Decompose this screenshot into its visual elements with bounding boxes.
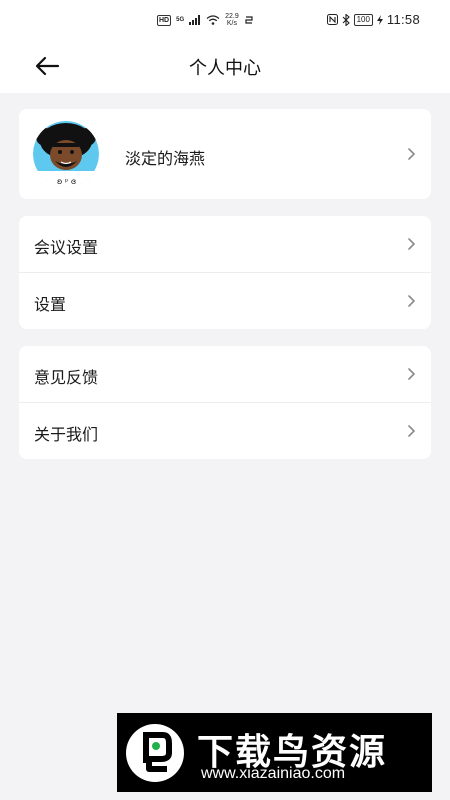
status-time: 11:58 — [386, 12, 420, 27]
watermark-url: www.xiazainiao.com — [201, 765, 346, 782]
network-5g-icon: 5G — [176, 16, 185, 23]
menu-item-label: 会议设置 — [34, 238, 99, 257]
svg-text:ʚ ᵖ ɞ: ʚ ᵖ ɞ — [57, 177, 76, 186]
chevron-right-icon — [408, 238, 416, 250]
menu-item-about-us[interactable]: 关于我们 — [19, 403, 431, 460]
charging-icon — [376, 14, 383, 25]
menu-item-feedback[interactable]: 意见反馈 — [19, 346, 431, 403]
status-left-indicators: HD 5G 22.9 K/s — [157, 13, 254, 27]
wifi-icon — [206, 15, 220, 25]
network-speed: 22.9 K/s — [225, 13, 239, 27]
sync-icon — [245, 16, 253, 24]
battery-icon: 100 — [353, 13, 373, 26]
menu-item-label: 关于我们 — [34, 425, 99, 444]
watermark-banner: 下载鸟资源 www.xiazainiao.com — [117, 713, 432, 792]
menu-item-meeting-settings[interactable]: 会议设置 — [19, 216, 431, 273]
hd-icon: HD — [157, 14, 172, 26]
bluetooth-icon — [342, 13, 350, 26]
menu-item-settings[interactable]: 设置 — [19, 273, 431, 330]
profile-card[interactable]: ʚ ᵖ ɞ 淡定的海燕 — [19, 109, 431, 199]
nfc-icon — [326, 14, 338, 25]
settings-group: 会议设置 设置 — [19, 216, 431, 329]
page-title: 个人中心 — [189, 58, 261, 79]
menu-item-label: 设置 — [34, 295, 67, 314]
bird-logo-icon — [126, 724, 184, 782]
signal-icon — [189, 15, 201, 25]
network-speed-unit: K/s — [226, 20, 238, 27]
status-right-indicators: 100 11:58 — [326, 12, 420, 27]
chevron-right-icon — [408, 368, 416, 380]
chevron-right-icon — [408, 425, 416, 437]
header: 个人中心 — [0, 40, 450, 93]
chevron-right-icon — [408, 148, 416, 160]
chevron-right-icon — [408, 295, 416, 307]
menu-item-label: 意见反馈 — [34, 368, 99, 387]
status-bar: HD 5G 22.9 K/s 100 11:58 — [0, 0, 450, 40]
network-speed-value: 22.9 — [225, 13, 239, 20]
username: 淡定的海燕 — [125, 149, 206, 168]
support-group: 意见反馈 关于我们 — [19, 346, 431, 459]
avatar[interactable]: ʚ ᵖ ɞ — [33, 121, 99, 187]
